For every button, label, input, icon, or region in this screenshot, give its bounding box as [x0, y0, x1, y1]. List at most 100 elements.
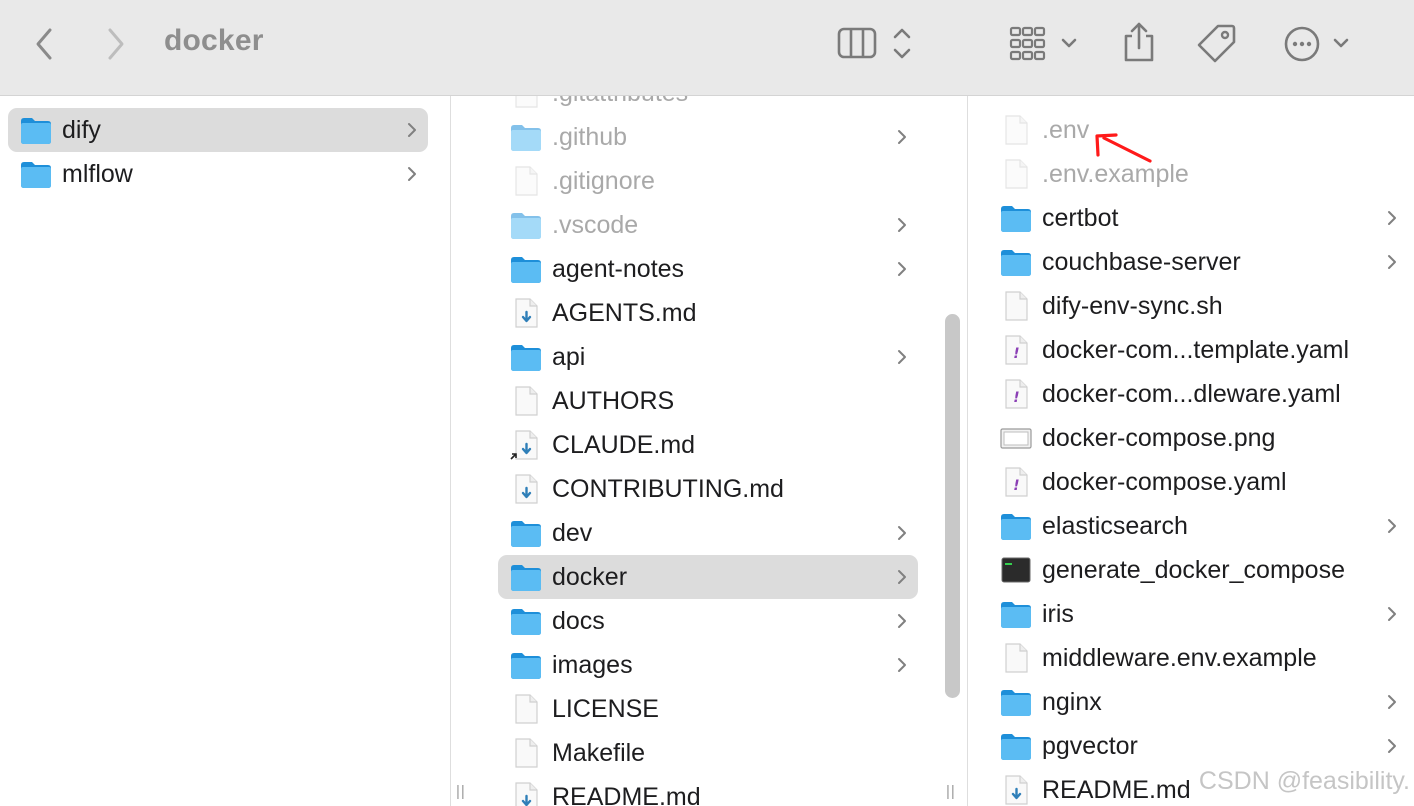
file-row[interactable]: Makefile: [498, 731, 918, 775]
column-resize-handle[interactable]: ||: [946, 783, 956, 800]
folder-icon: [511, 257, 541, 283]
item-name: Makefile: [552, 739, 646, 767]
file-row[interactable]: CLAUDE.md: [498, 423, 918, 467]
item-name: README.md: [1042, 776, 1191, 804]
more-actions-button[interactable]: [1282, 24, 1354, 64]
markdown-file-icon: [515, 782, 538, 806]
file-row[interactable]: generate_docker_compose: [990, 548, 1414, 592]
column-3: .env .env.example certbot couchbase-server d…: [968, 96, 1414, 806]
tag-icon: [1197, 24, 1236, 63]
folder-row[interactable]: api: [498, 335, 918, 379]
item-name: .vscode: [552, 211, 639, 239]
chevron-right-icon: [898, 570, 906, 584]
markdown-file-icon: [515, 298, 538, 328]
chevron-right-icon: [898, 526, 906, 540]
folder-icon: [1001, 250, 1031, 276]
item-name: pgvector: [1042, 732, 1138, 760]
image-file-icon: [1000, 428, 1032, 449]
item-name: docs: [552, 607, 605, 635]
share-icon: [1124, 22, 1154, 62]
annotation-arrow-icon: [1095, 133, 1152, 163]
window-title: docker: [164, 24, 264, 57]
folder-icon: [1001, 690, 1031, 716]
chevron-right-icon: [108, 28, 124, 60]
chevron-right-icon: [1388, 255, 1396, 269]
folder-row[interactable]: agent-notes: [498, 247, 918, 291]
file-row[interactable]: LICENSE: [498, 687, 918, 731]
item-name: .github: [552, 123, 628, 151]
folder-row[interactable]: .github: [498, 115, 918, 159]
item-name: couchbase-server: [1042, 248, 1241, 276]
chevron-right-icon: [1388, 211, 1396, 225]
yaml-file-icon: !: [1005, 335, 1028, 365]
file-row[interactable]: .gitattributes: [498, 96, 918, 115]
chevron-right-icon: [1388, 607, 1396, 621]
item-name: elasticsearch: [1042, 512, 1188, 540]
folder-row[interactable]: dev: [498, 511, 918, 555]
file-row[interactable]: dify-env-sync.sh: [990, 284, 1414, 328]
file-row[interactable]: ! docker-com...dleware.yaml: [990, 372, 1414, 416]
markdown-alias-icon: [510, 430, 538, 460]
item-name: docker-com...dleware.yaml: [1042, 380, 1341, 408]
folder-row[interactable]: images: [498, 643, 918, 687]
folder-row[interactable]: iris: [990, 592, 1414, 636]
item-name: docker-compose.yaml: [1042, 468, 1287, 496]
folder-row[interactable]: mlflow: [8, 152, 428, 196]
chevron-right-icon: [898, 350, 906, 364]
back-button[interactable]: [28, 26, 60, 62]
tag-button[interactable]: [1196, 22, 1238, 64]
folder-row[interactable]: dify: [8, 108, 428, 152]
document-icon: [515, 96, 538, 108]
folder-row[interactable]: couchbase-server: [990, 240, 1414, 284]
forward-button[interactable]: [100, 26, 132, 62]
file-row[interactable]: AGENTS.md: [498, 291, 918, 335]
column-1: dify mlflow: [0, 96, 450, 806]
folder-icon: [21, 162, 51, 188]
chevron-right-icon: [898, 262, 906, 276]
ellipsis-circle-icon: [1284, 26, 1349, 62]
column-resize-handle[interactable]: ||: [456, 783, 466, 800]
file-row[interactable]: .env.example: [990, 152, 1414, 196]
folder-row[interactable]: .vscode: [498, 203, 918, 247]
folder-row[interactable]: docs: [498, 599, 918, 643]
file-row[interactable]: README.md: [498, 775, 918, 806]
group-button[interactable]: [1008, 24, 1080, 64]
column-2: .gitattributes .github .gitignore .vscode ag…: [451, 96, 967, 806]
item-name: dify: [62, 116, 101, 144]
folder-icon: [1001, 514, 1031, 540]
item-name: README.md: [552, 783, 701, 806]
file-row[interactable]: middleware.env.example: [990, 636, 1414, 680]
item-name: dev: [552, 519, 593, 547]
terminal-executable-icon: [1001, 557, 1031, 583]
item-name: certbot: [1042, 204, 1119, 232]
grid-view-icon: [1009, 26, 1077, 61]
file-row[interactable]: .env: [990, 108, 1414, 152]
folder-icon: [21, 118, 51, 144]
file-row[interactable]: ! docker-com...template.yaml: [990, 328, 1414, 372]
column-view-icon: [837, 27, 911, 59]
folder-row[interactable]: pgvector: [990, 724, 1414, 768]
file-row[interactable]: CONTRIBUTING.md: [498, 467, 918, 511]
document-icon: [1005, 115, 1028, 145]
file-row[interactable]: AUTHORS: [498, 379, 918, 423]
item-name: AUTHORS: [552, 387, 675, 415]
item-name: mlflow: [62, 160, 133, 188]
folder-icon: [511, 213, 541, 239]
chevron-right-icon: [1388, 519, 1396, 533]
file-row[interactable]: .gitignore: [498, 159, 918, 203]
view-mode-button[interactable]: [836, 24, 924, 64]
item-name: nginx: [1042, 688, 1102, 716]
file-row[interactable]: docker-compose.png: [990, 416, 1414, 460]
folder-row[interactable]: certbot: [990, 196, 1414, 240]
chevron-right-icon: [408, 167, 416, 181]
file-row[interactable]: ! docker-compose.yaml: [990, 460, 1414, 504]
document-icon: [515, 738, 538, 768]
scrollbar[interactable]: [945, 314, 960, 698]
folder-row[interactable]: docker: [498, 555, 918, 599]
folder-row[interactable]: elasticsearch: [990, 504, 1414, 548]
folder-icon: [1001, 602, 1031, 628]
svg-text:!: !: [1013, 390, 1019, 406]
share-button[interactable]: [1120, 20, 1158, 64]
folder-row[interactable]: nginx: [990, 680, 1414, 724]
chevron-right-icon: [1388, 739, 1396, 753]
